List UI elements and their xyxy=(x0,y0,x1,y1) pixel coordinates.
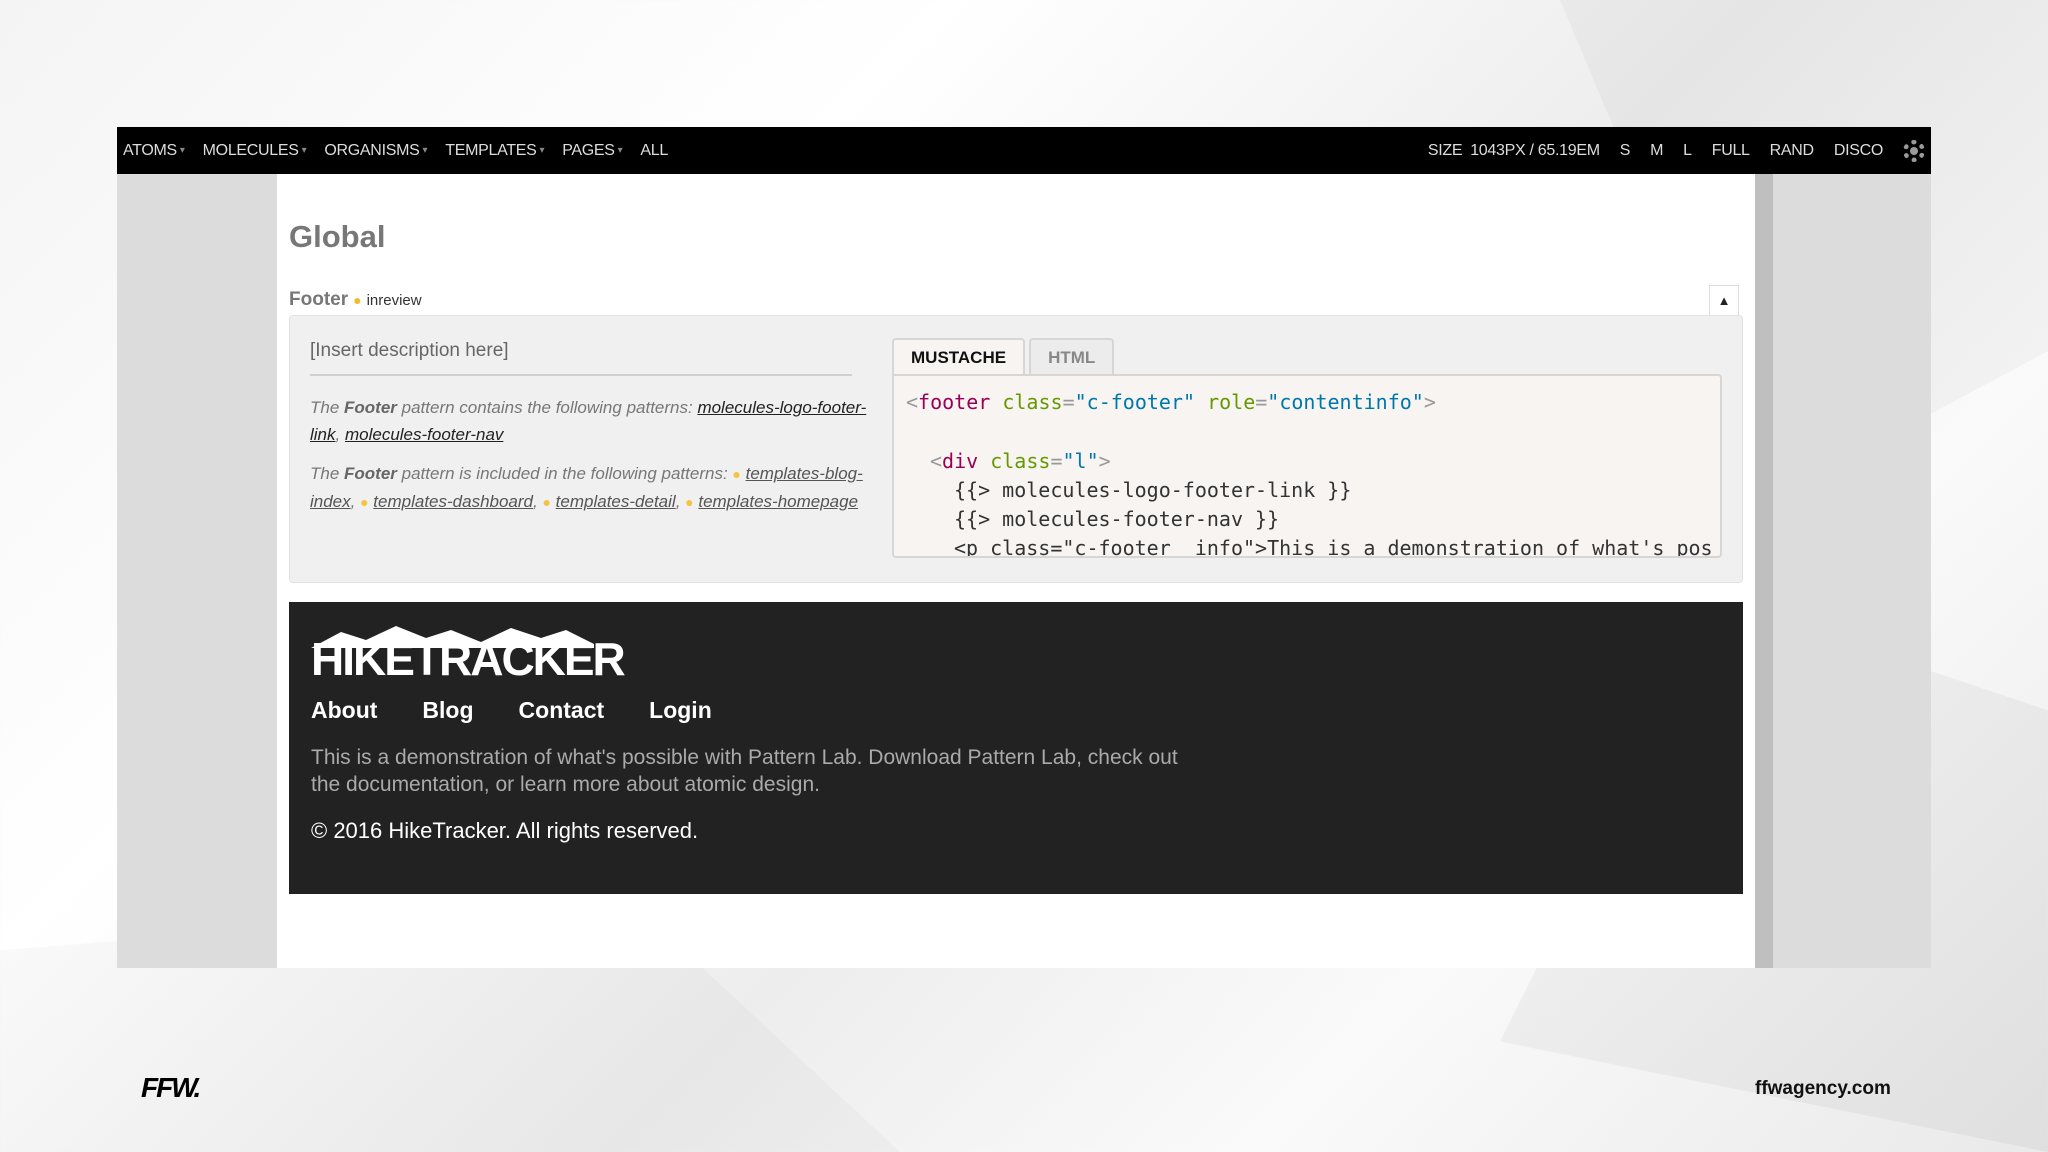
code-viewer[interactable]: <footer class="c-footer" role="contentin… xyxy=(892,374,1722,558)
chevron-down-icon: ▾ xyxy=(617,145,623,156)
pattern-state: inreview xyxy=(366,292,422,309)
size-readout[interactable]: 1043PX / 65.19EM xyxy=(1470,142,1600,160)
state-dot-icon: ● xyxy=(732,466,741,482)
nav-pages[interactable]: PAGES ▾ xyxy=(562,142,622,160)
footer-nav-login[interactable]: Login xyxy=(649,697,712,724)
collapse-toggle-button[interactable]: ▲ xyxy=(1709,285,1739,315)
nav-templates[interactable]: TEMPLATES ▾ xyxy=(445,142,544,160)
pattern-lab-toolbar: ATOMS ▾ MOLECULES ▾ ORGANISMS ▾ TEMPLATES ▾ … xyxy=(117,127,1931,174)
size-label: SIZE xyxy=(1427,141,1463,159)
code-line: <div class="l"> xyxy=(930,449,1111,473)
footer-nav-about[interactable]: About xyxy=(311,697,377,724)
pattern-nav: ATOMS ▾ MOLECULES ▾ ORGANISMS ▾ TEMPLATES ▾ … xyxy=(117,142,686,160)
pattern-viewport: Global Footer ● inreview ▲ [Insert descr… xyxy=(277,174,1755,968)
footer-nav: About Blog Contact Login xyxy=(311,697,757,724)
footer-nav-blog[interactable]: Blog xyxy=(422,697,473,724)
viewport-controls: SIZE 1043PX / 65.19EM S M L FULL RAND DI… xyxy=(1427,139,1931,162)
nav-atoms[interactable]: ATOMS ▾ xyxy=(123,142,185,160)
size-rand-button[interactable]: RAND xyxy=(1770,142,1814,160)
pattern-lab-window: ATOMS ▾ MOLECULES ▾ ORGANISMS ▾ TEMPLATES ▾ … xyxy=(117,127,1931,968)
ffw-logo: FFW. xyxy=(141,1072,201,1103)
pattern-info-panel: [Insert description here] The Footer pat… xyxy=(289,315,1743,583)
code-line: <footer class="c-footer" role="contentin… xyxy=(906,390,1436,414)
pattern-name: Footer xyxy=(289,289,349,310)
code-line: {{> molecules-footer-nav }} xyxy=(954,507,1280,531)
pattern-header: Footer ● inreview xyxy=(289,289,422,311)
pattern-description: [Insert description here] xyxy=(310,340,852,376)
size-l-button[interactable]: L xyxy=(1683,142,1692,160)
viewport-resize-handle[interactable] xyxy=(1755,174,1773,968)
code-line: <p class="c-footer__info">This is a demo… xyxy=(954,536,1713,558)
state-dot-icon: ● xyxy=(542,494,551,510)
state-dot-icon: ● xyxy=(685,494,694,510)
page-title: Global xyxy=(289,219,386,254)
tab-html[interactable]: HTML xyxy=(1029,338,1115,376)
pattern-included-text: The Footer pattern is included in the fo… xyxy=(310,464,863,511)
chevron-down-icon: ▾ xyxy=(179,145,185,156)
code-tabs: MUSTACHE HTML xyxy=(892,338,1118,376)
ffw-url: ffwagency.com xyxy=(1755,1078,1891,1099)
chevron-down-icon: ▾ xyxy=(422,145,428,156)
nav-organisms[interactable]: ORGANISMS ▾ xyxy=(324,142,427,160)
size-s-button[interactable]: S xyxy=(1620,142,1631,160)
code-line: {{> molecules-logo-footer-link }} xyxy=(954,478,1352,502)
hiketracker-footer: HIKETRACKER About Blog Contact Login Thi… xyxy=(289,602,1743,894)
size-full-button[interactable]: FULL xyxy=(1712,142,1750,160)
size-m-button[interactable]: M xyxy=(1650,142,1663,160)
gear-icon[interactable] xyxy=(1903,139,1925,162)
pattern-link[interactable]: templates-homepage xyxy=(698,492,858,511)
size-disco-button[interactable]: DISCO xyxy=(1834,142,1883,160)
footer-info: This is a demonstration of what's possib… xyxy=(311,746,1178,796)
pattern-link[interactable]: molecules-footer-nav xyxy=(345,425,503,444)
footer-copyright: © 2016 HikeTracker. All rights reserved. xyxy=(311,818,699,843)
chevron-down-icon: ▾ xyxy=(301,145,307,156)
pattern-contains-text: The Footer pattern contains the followin… xyxy=(310,398,867,444)
pattern-link[interactable]: templates-dashboard xyxy=(373,492,533,511)
hiketracker-logo[interactable]: HIKETRACKER xyxy=(311,632,626,686)
nav-all[interactable]: ALL xyxy=(640,142,668,160)
nav-molecules[interactable]: MOLECULES ▾ xyxy=(203,142,307,160)
pattern-link[interactable]: templates-detail xyxy=(556,492,676,511)
state-dot-icon: ● xyxy=(360,494,369,510)
chevron-down-icon: ▾ xyxy=(539,145,545,156)
footer-nav-contact[interactable]: Contact xyxy=(519,697,605,724)
tab-mustache[interactable]: MUSTACHE xyxy=(892,338,1026,376)
state-dot-icon: ● xyxy=(353,292,362,308)
